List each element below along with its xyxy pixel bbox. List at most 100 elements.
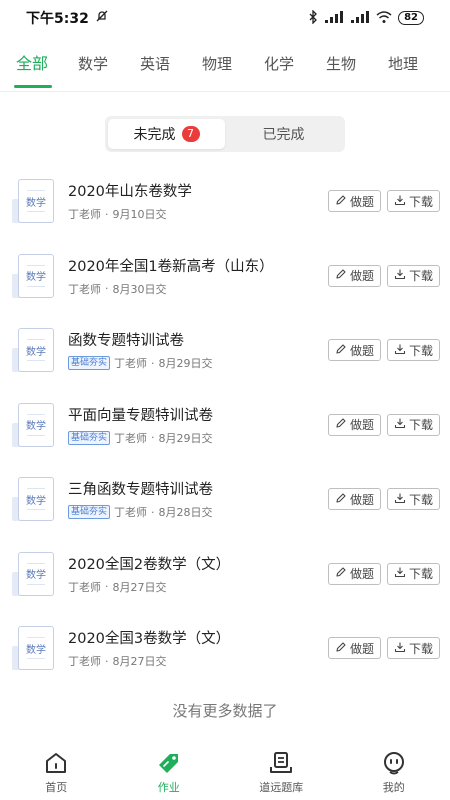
list-item[interactable]: 数学 三角函数专题特训试卷 基础夯实 丁老师 · 8月28日交 做题 下载 <box>0 462 450 537</box>
tab-chemistry[interactable]: 化学 <box>264 36 326 91</box>
do-exercise-button[interactable]: 做题 <box>327 562 381 585</box>
due-date: 8月30日交 <box>112 282 167 296</box>
download-label: 下载 <box>408 418 433 433</box>
pencil-icon <box>335 343 347 358</box>
teacher-name: 丁老师 <box>114 506 148 520</box>
download-icon <box>394 194 406 209</box>
download-button[interactable]: 下载 <box>386 190 440 213</box>
download-button[interactable]: 下载 <box>386 264 440 287</box>
status-bar: 下午5:32 82 <box>0 0 450 36</box>
tab-physics[interactable]: 物理 <box>202 36 264 91</box>
mute-icon <box>95 9 109 27</box>
tab-all[interactable]: 全部 <box>14 36 78 91</box>
homework-tag-icon <box>158 753 178 773</box>
download-label: 下载 <box>408 269 433 284</box>
due-date: 8月29日交 <box>158 431 213 445</box>
home-icon <box>46 752 67 773</box>
doc-icon-label: 数学 <box>26 272 46 284</box>
meta-separator: · <box>151 356 155 370</box>
pencil-icon <box>335 492 347 507</box>
list-item[interactable]: 数学 2020年全国1卷新高考（山东） 丁老师 · 8月30日交 做题 下载 <box>0 239 450 314</box>
pencil-icon <box>335 417 347 432</box>
do-exercise-label: 做题 <box>349 269 374 284</box>
download-label: 下载 <box>408 567 433 582</box>
assignment-title: 2020全国2卷数学（文） <box>68 556 231 573</box>
do-exercise-button[interactable]: 做题 <box>327 339 381 362</box>
meta-separator: · <box>105 580 109 594</box>
download-button[interactable]: 下载 <box>386 562 440 585</box>
download-button[interactable]: 下载 <box>386 339 440 362</box>
assignment-title: 2020年山东卷数学 <box>68 184 192 201</box>
nav-profile[interactable]: 我的 <box>338 744 450 800</box>
doc-icon-label: 数学 <box>26 346 46 358</box>
assignment-title: 三角函数专题特训试卷 <box>68 482 213 499</box>
do-exercise-button[interactable]: 做题 <box>327 637 381 660</box>
do-exercise-label: 做题 <box>349 641 374 656</box>
do-exercise-button[interactable]: 做题 <box>327 413 381 436</box>
segment-complete[interactable]: 已完成 <box>225 119 342 149</box>
pencil-icon <box>335 268 347 283</box>
list-item[interactable]: 数学 函数专题特训试卷 基础夯实 丁老师 · 8月29日交 做题 下载 <box>0 313 450 388</box>
nav-question-bank-label: 道远题库 <box>259 780 304 794</box>
download-label: 下载 <box>408 492 433 507</box>
assignment-title: 2020年全国1卷新高考（山东） <box>68 258 274 275</box>
status-time: 下午5:32 <box>26 11 89 27</box>
status-segment-control: 未完成 7 已完成 <box>105 116 345 152</box>
download-button[interactable]: 下载 <box>386 488 440 511</box>
bluetooth-icon <box>308 8 318 27</box>
download-button[interactable]: 下载 <box>386 413 440 436</box>
nav-home[interactable]: 首页 <box>0 744 113 800</box>
meta-separator: · <box>105 282 109 296</box>
teacher-name: 丁老师 <box>68 655 101 669</box>
paper-doc-icon: 数学 <box>12 475 56 523</box>
do-exercise-label: 做题 <box>349 343 374 358</box>
download-icon <box>394 417 406 432</box>
bottom-nav: 首页 作业 道远题库 我的 <box>0 744 450 800</box>
signal-icon <box>324 10 344 26</box>
tab-english[interactable]: 英语 <box>140 36 202 91</box>
list-item[interactable]: 数学 2020年山东卷数学 丁老师 · 9月10日交 做题 下载 <box>0 164 450 239</box>
no-more-data-text: 没有更多数据了 <box>172 701 278 720</box>
nav-question-bank[interactable]: 道远题库 <box>225 744 338 800</box>
download-icon <box>394 641 406 656</box>
due-date: 9月10日交 <box>112 208 167 222</box>
teacher-name: 丁老师 <box>114 357 148 371</box>
segment-complete-label: 已完成 <box>262 127 305 143</box>
tab-geography[interactable]: 地理 <box>388 36 450 91</box>
segment-incomplete[interactable]: 未完成 7 <box>108 119 225 149</box>
tab-biology[interactable]: 生物 <box>326 36 388 91</box>
download-label: 下载 <box>408 343 433 358</box>
do-exercise-button[interactable]: 做题 <box>327 190 381 213</box>
doc-icon-label: 数学 <box>26 495 46 507</box>
list-item[interactable]: 数学 2020全国2卷数学（文） 丁老师 · 8月27日交 做题 下载 <box>0 537 450 612</box>
doc-icon-label: 数学 <box>26 197 46 209</box>
do-exercise-button[interactable]: 做题 <box>327 488 381 511</box>
paper-doc-icon: 数学 <box>12 252 56 300</box>
do-exercise-label: 做题 <box>349 567 374 582</box>
assignment-title: 2020全国3卷数学（文） <box>68 631 231 648</box>
nav-home-label: 首页 <box>45 780 68 794</box>
segment-incomplete-label: 未完成 <box>133 127 176 143</box>
download-label: 下载 <box>408 194 433 209</box>
download-button[interactable]: 下载 <box>386 637 440 660</box>
signal-icon-2 <box>350 10 370 26</box>
teacher-name: 丁老师 <box>114 431 148 445</box>
nav-homework-label: 作业 <box>157 780 180 794</box>
list-item[interactable]: 数学 2020全国3卷数学（文） 丁老师 · 8月27日交 做题 下载 <box>0 611 450 686</box>
do-exercise-label: 做题 <box>349 194 374 209</box>
download-icon <box>394 492 406 507</box>
assignment-title: 平面向量专题特训试卷 <box>68 407 213 424</box>
do-exercise-button[interactable]: 做题 <box>327 264 381 287</box>
nav-homework[interactable]: 作业 <box>113 744 226 800</box>
difficulty-tag: 基础夯实 <box>68 356 111 371</box>
due-date: 8月27日交 <box>112 580 167 594</box>
assignment-list: 数学 2020年山东卷数学 丁老师 · 9月10日交 做题 下载 数学 2020… <box>0 164 450 686</box>
due-date: 8月27日交 <box>112 655 167 669</box>
download-icon <box>394 566 406 581</box>
profile-face-icon <box>383 751 404 774</box>
list-item[interactable]: 数学 平面向量专题特训试卷 基础夯实 丁老师 · 8月29日交 做题 下载 <box>0 388 450 463</box>
pencil-icon <box>335 566 347 581</box>
difficulty-tag: 基础夯实 <box>68 430 111 445</box>
difficulty-tag: 基础夯实 <box>68 505 111 520</box>
tab-math[interactable]: 数学 <box>78 36 140 91</box>
